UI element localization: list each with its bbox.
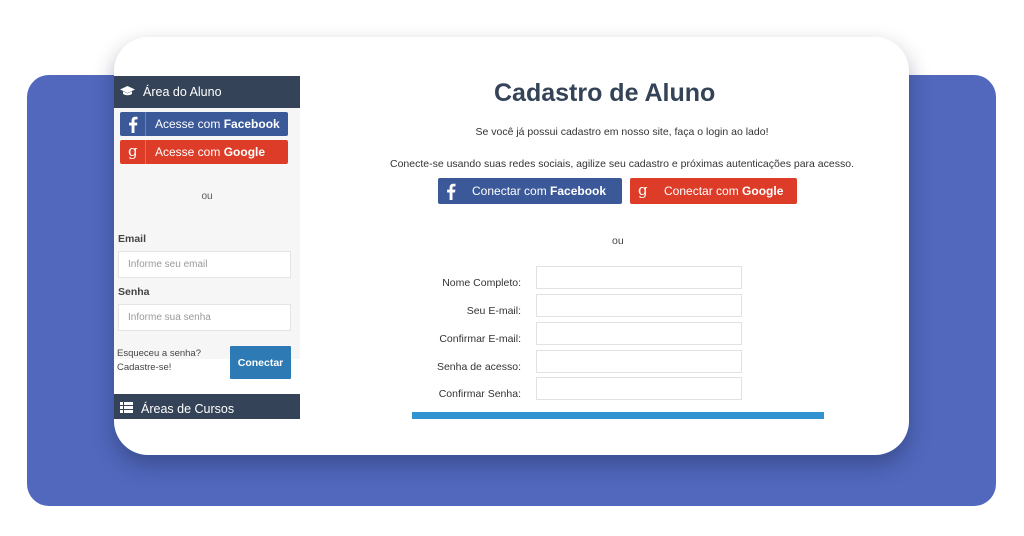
full-name-label: Nome Completo: <box>442 277 521 289</box>
submit-button[interactable] <box>412 412 824 419</box>
email-label-main: Seu E-mail: <box>466 305 521 317</box>
forgot-password-link[interactable]: Esqueceu a senha? <box>117 347 201 361</box>
login-hint: Se você já possui cadastro em nosso site… <box>475 126 769 138</box>
student-area-header: Área do Aluno <box>114 76 300 108</box>
main-google-brand: Google <box>742 184 784 198</box>
confirm-password-input[interactable] <box>536 377 742 400</box>
main-google-button[interactable]: g Conectar com Google <box>630 178 797 204</box>
sidebar-google-brand: Google <box>223 145 266 159</box>
password-label: Senha <box>118 286 150 298</box>
main-facebook-brand: Facebook <box>550 184 607 198</box>
register-link[interactable]: Cadastre-se! <box>117 361 201 375</box>
email-input[interactable]: Informe seu email <box>118 251 291 278</box>
confirm-email-input[interactable] <box>536 322 742 345</box>
facebook-icon <box>438 178 464 204</box>
courses-area-header[interactable]: Áreas de Cursos <box>114 394 300 419</box>
connect-button[interactable]: Conectar <box>230 346 291 379</box>
page-stage: Área do Aluno Acesse com Facebook g Aces… <box>0 0 1024 536</box>
email-label: Email <box>118 233 147 245</box>
sidebar-or-label: ou <box>201 191 213 202</box>
screenshot-card: Área do Aluno Acesse com Facebook g Aces… <box>114 37 909 455</box>
svg-text:g: g <box>638 183 648 199</box>
confirm-email-label: Confirmar E-mail: <box>439 333 521 345</box>
student-area-title: Área do Aluno <box>143 85 222 99</box>
password-input[interactable]: Informe sua senha <box>118 304 291 331</box>
main-google-prefix: Conectar com <box>664 184 743 198</box>
page-title: Cadastro de Aluno <box>494 79 716 107</box>
password-label-main: Senha de acesso: <box>436 361 521 373</box>
sidebar-google-prefix: Acesse com <box>155 145 224 159</box>
main-facebook-button[interactable]: Conectar com Facebook <box>438 178 622 204</box>
confirm-password-label: Confirmar Senha: <box>438 388 521 400</box>
main-or-label: ou <box>612 235 624 247</box>
google-icon: g <box>630 178 656 204</box>
account-links: Esqueceu a senha? Cadastre-se! <box>117 347 201 375</box>
graduation-cap-icon <box>120 85 135 100</box>
full-name-input[interactable] <box>536 266 742 289</box>
list-icon <box>120 402 133 416</box>
courses-area-title: Áreas de Cursos <box>141 402 235 416</box>
password-input-main[interactable] <box>536 350 742 373</box>
main-facebook-prefix: Conectar com <box>472 184 551 198</box>
social-hint: Conecte-se usando suas redes sociais, ag… <box>389 158 854 170</box>
email-input-main[interactable] <box>536 294 742 317</box>
